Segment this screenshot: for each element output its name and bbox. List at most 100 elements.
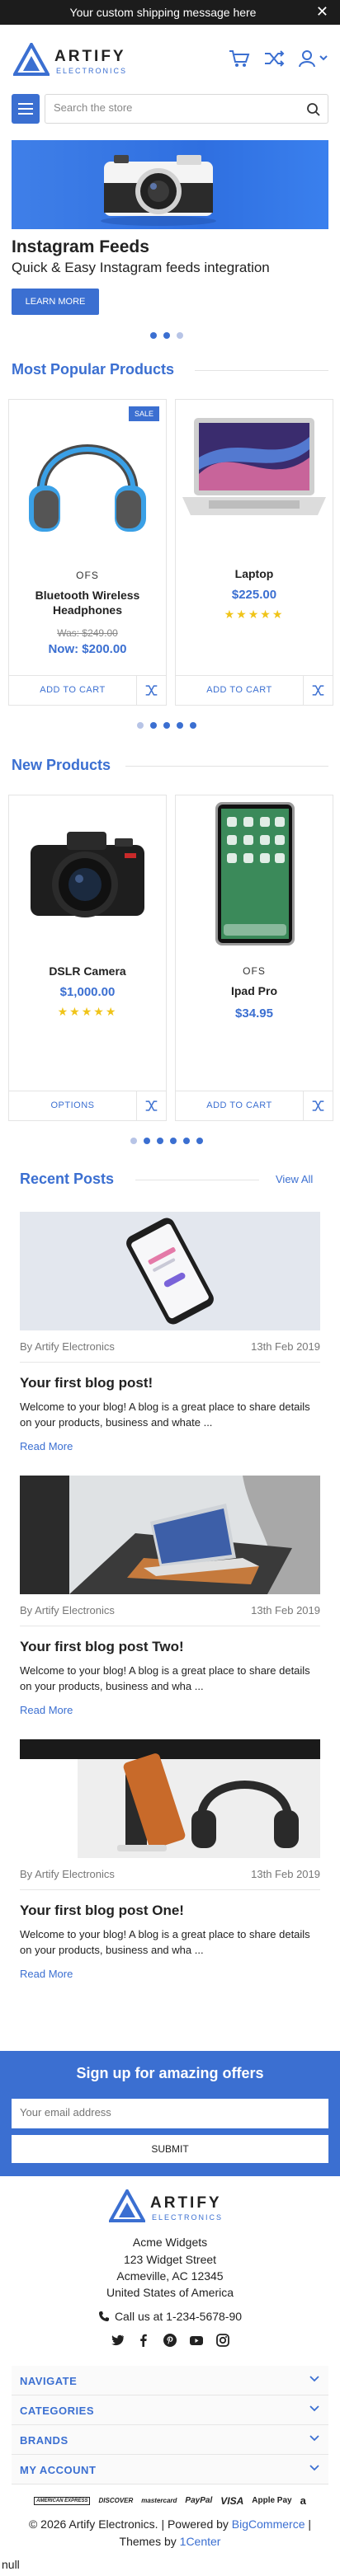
read-more-link[interactable]: Read More bbox=[20, 1440, 73, 1452]
compare-icon[interactable] bbox=[136, 1091, 166, 1120]
social-links bbox=[0, 2333, 340, 2348]
read-more-link[interactable]: Read More bbox=[20, 1968, 73, 1980]
product-name[interactable]: Laptop bbox=[176, 566, 333, 581]
carousel-dot[interactable] bbox=[157, 1138, 163, 1144]
amazon-pay-icon: a bbox=[300, 2494, 306, 2507]
carousel-dot[interactable] bbox=[177, 722, 183, 729]
accordion-categories[interactable]: CATEGORIES bbox=[12, 2395, 328, 2425]
blog-image[interactable] bbox=[20, 1476, 320, 1594]
carousel-dot[interactable] bbox=[150, 332, 157, 339]
product-name[interactable]: Bluetooth Wireless bbox=[9, 588, 166, 603]
view-all-link[interactable]: View All bbox=[276, 1173, 313, 1185]
product-price: $34.95 bbox=[235, 1006, 273, 1021]
blog-author: By Artify Electronics bbox=[20, 1604, 115, 1616]
close-icon[interactable]: ✕ bbox=[316, 3, 328, 21]
address-line: United States of America bbox=[106, 2286, 234, 2299]
newsletter-field bbox=[12, 2099, 328, 2128]
logo-icon[interactable] bbox=[13, 43, 50, 76]
menu-button[interactable] bbox=[12, 94, 40, 124]
hero-image[interactable] bbox=[12, 140, 328, 229]
product-card[interactable]: OFS Ipad Pro $34.95 ADD TO CART bbox=[175, 795, 333, 1121]
footer-logo-name[interactable]: ARTIFY bbox=[150, 2194, 222, 2212]
facebook-icon[interactable] bbox=[136, 2333, 151, 2348]
carousel-dot[interactable] bbox=[130, 1138, 137, 1144]
accordion-brands[interactable]: BRANDS bbox=[12, 2425, 328, 2455]
compare-icon[interactable] bbox=[136, 676, 166, 705]
add-to-cart-button[interactable]: ADD TO CART bbox=[9, 676, 136, 705]
carousel-dot[interactable] bbox=[183, 1138, 190, 1144]
accordion-navigate[interactable]: NAVIGATE bbox=[12, 2366, 328, 2395]
accordion-my-account[interactable]: MY ACCOUNT bbox=[12, 2455, 328, 2485]
shipping-banner: Your custom shipping message here ✕ bbox=[0, 0, 340, 25]
1center-link[interactable]: 1Center bbox=[180, 2535, 221, 2548]
product-name[interactable]: DSLR Camera bbox=[9, 964, 166, 978]
youtube-icon[interactable] bbox=[189, 2333, 204, 2348]
carousel-dot[interactable] bbox=[144, 1138, 150, 1144]
logo-name[interactable]: ARTIFY bbox=[54, 48, 126, 66]
mastercard-icon: mastercard bbox=[141, 2497, 177, 2504]
address-line: 123 Widget Street bbox=[123, 2253, 217, 2266]
shipping-message: Your custom shipping message here bbox=[69, 6, 257, 19]
carousel-dot[interactable] bbox=[150, 722, 157, 729]
accordion-label: MY ACCOUNT bbox=[20, 2464, 97, 2476]
blog-title[interactable]: Your first blog post Two! bbox=[20, 1639, 184, 1655]
carousel-dot[interactable] bbox=[177, 332, 183, 339]
carousel-dot[interactable] bbox=[163, 332, 170, 339]
carousel-dot[interactable] bbox=[196, 1138, 203, 1144]
instagram-icon[interactable] bbox=[215, 2333, 230, 2348]
compare-icon[interactable] bbox=[262, 48, 286, 69]
cart-icon[interactable] bbox=[228, 48, 251, 69]
product-card[interactable]: Laptop $225.00 ★★★★★ ADD TO CART bbox=[175, 399, 333, 706]
section-title-new: New Products bbox=[12, 757, 111, 773]
compare-icon[interactable] bbox=[303, 676, 333, 705]
product-card[interactable]: DSLR Camera $1,000.00 ★★★★★ OPTIONS bbox=[8, 795, 167, 1121]
search-box bbox=[45, 94, 328, 124]
product-brand: OFS bbox=[76, 570, 99, 581]
logo-tagline: ELECTRONICS bbox=[56, 67, 128, 75]
search-icon[interactable] bbox=[306, 102, 321, 117]
hero-title: Instagram Feeds bbox=[12, 237, 149, 256]
learn-more-button[interactable]: LEARN MORE bbox=[12, 289, 99, 315]
add-to-cart-button[interactable]: ADD TO CART bbox=[176, 676, 303, 705]
address-line: Acme Widgets bbox=[132, 2236, 208, 2249]
compare-icon[interactable] bbox=[303, 1091, 333, 1120]
product-now-price: Now: $200.00 bbox=[48, 642, 127, 656]
read-more-link[interactable]: Read More bbox=[20, 1704, 73, 1716]
blog-author: By Artify Electronics bbox=[20, 1340, 115, 1353]
add-to-cart-button[interactable]: ADD TO CART bbox=[176, 1091, 303, 1120]
carousel-dot[interactable] bbox=[137, 722, 144, 729]
blog-title[interactable]: Your first blog post One! bbox=[20, 1903, 184, 1919]
bigcommerce-link[interactable]: BigCommerce bbox=[232, 2517, 305, 2531]
blog-date: 13th Feb 2019 bbox=[251, 1340, 320, 1353]
search-input[interactable] bbox=[54, 101, 301, 114]
carousel-dot[interactable] bbox=[170, 1138, 177, 1144]
account-icon[interactable] bbox=[297, 48, 330, 69]
blog-divider bbox=[20, 1889, 320, 1890]
page: Your custom shipping message here ✕ ARTI… bbox=[0, 0, 340, 2576]
blog-image[interactable] bbox=[20, 1212, 320, 1330]
options-button[interactable]: OPTIONS bbox=[9, 1091, 136, 1120]
carousel-dot[interactable] bbox=[190, 722, 196, 729]
blog-image[interactable] bbox=[20, 1739, 320, 1858]
accordion-label: NAVIGATE bbox=[20, 2375, 78, 2387]
laptop-image bbox=[182, 418, 326, 515]
product-name[interactable]: Ipad Pro bbox=[176, 983, 333, 998]
address-line: Acmeville, AC 12345 bbox=[116, 2269, 224, 2283]
blog-title[interactable]: Your first blog post! bbox=[20, 1375, 153, 1391]
hero-carousel-dots bbox=[150, 332, 183, 339]
phone-number[interactable]: Call us at 1-234-5678-90 bbox=[115, 2310, 242, 2323]
camera-image bbox=[31, 832, 144, 917]
twitter-icon[interactable] bbox=[110, 2333, 125, 2348]
carousel-dot[interactable] bbox=[163, 722, 170, 729]
phone-line: Call us at 1-234-5678-90 bbox=[0, 2310, 340, 2323]
submit-button[interactable]: SUBMIT bbox=[12, 2135, 328, 2163]
pinterest-icon[interactable] bbox=[163, 2333, 177, 2348]
headphones-photo bbox=[20, 1739, 320, 1858]
email-input[interactable] bbox=[20, 2106, 317, 2119]
blog-divider bbox=[20, 1362, 320, 1363]
search-row bbox=[12, 94, 328, 124]
footer-logo-icon[interactable] bbox=[109, 2189, 145, 2222]
product-name-line2[interactable]: Headphones bbox=[9, 603, 166, 617]
product-card[interactable]: SALE OFS Bluetooth Wireless Headphones W… bbox=[8, 399, 167, 706]
section-title-blog: Recent Posts bbox=[20, 1171, 115, 1187]
